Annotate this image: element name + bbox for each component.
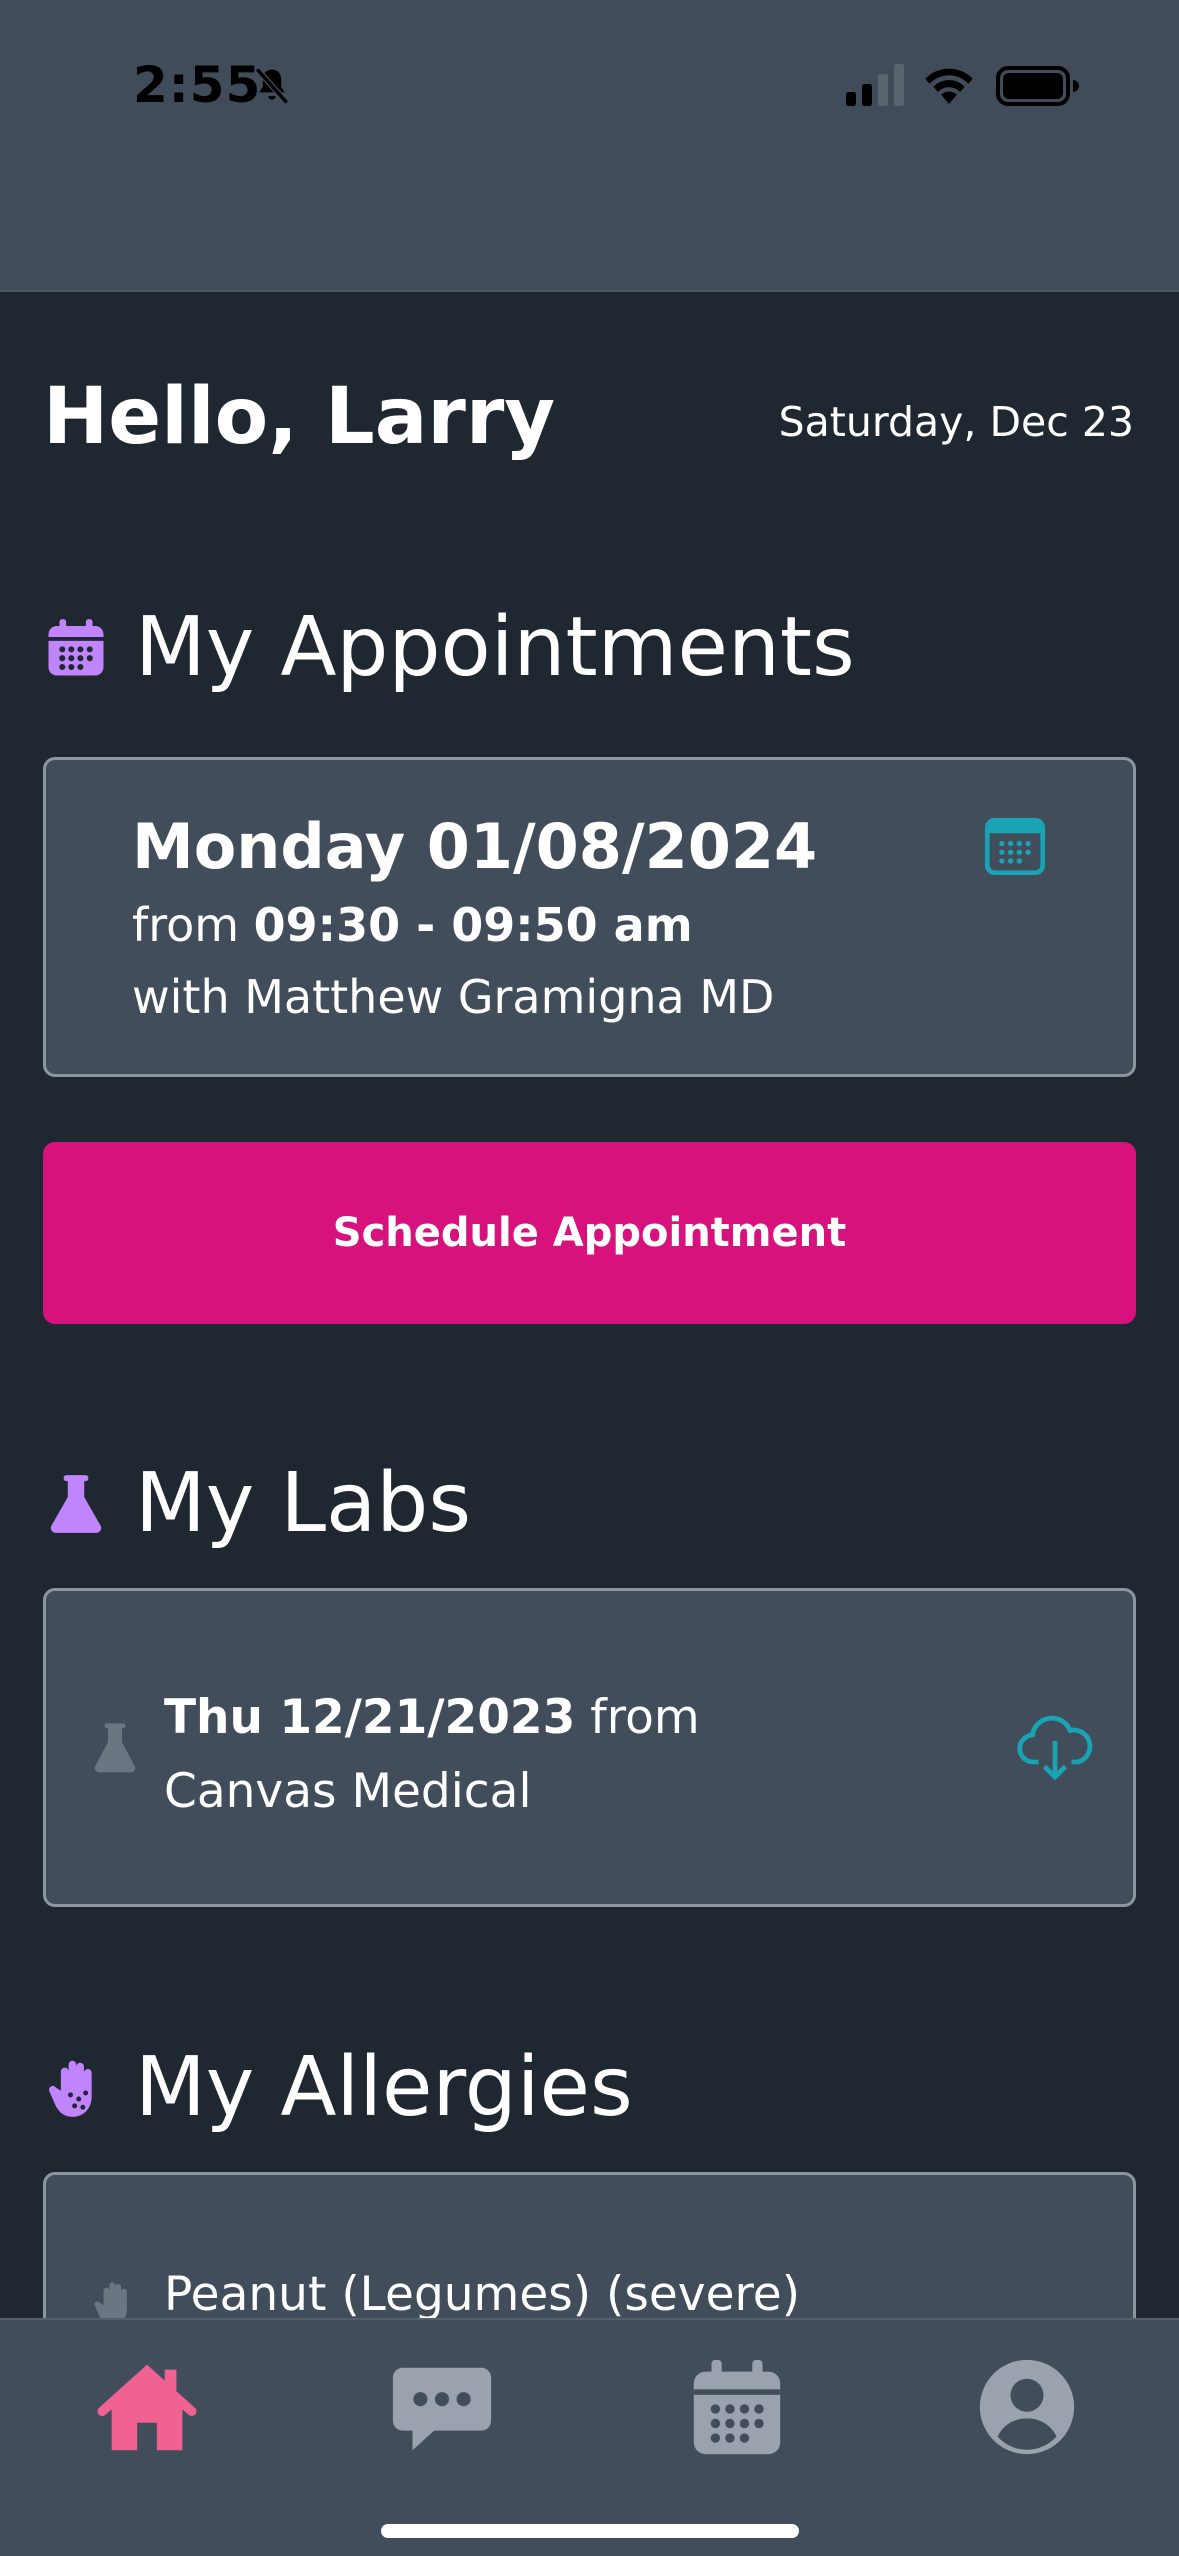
lab-result-date: Thu 12/21/2023 — [164, 1690, 576, 1745]
appointment-card[interactable]: Monday 01/08/2024 from 09:30 - 09:50 am … — [43, 757, 1136, 1077]
greeting-title: Hello, Larry — [43, 372, 556, 462]
cloud-download-icon[interactable] — [1016, 1711, 1094, 1783]
lab-flask-icon — [94, 1723, 136, 1773]
calendar-icon — [48, 618, 104, 675]
cellular-signal-icon — [846, 64, 904, 106]
status-time: 2:55 — [133, 56, 262, 114]
schedule-appointment-button[interactable]: Schedule Appointment — [43, 1142, 1136, 1324]
top-header: 2:55 — [0, 0, 1179, 292]
flask-icon — [50, 1474, 102, 1533]
nav-calendar-icon[interactable] — [682, 2352, 792, 2462]
appointment-time: from 09:30 - 09:50 am — [132, 898, 693, 952]
allergies-title: My Allergies — [135, 2040, 633, 2135]
appointment-time-range: 09:30 - 09:50 am — [253, 898, 693, 952]
nav-messages-icon[interactable] — [387, 2352, 497, 2462]
hand-dots-icon — [49, 2060, 92, 2117]
nav-profile-icon[interactable] — [972, 2352, 1082, 2462]
appointments-section-header: My Appointments — [43, 600, 855, 695]
appointment-time-prefix: from — [132, 898, 254, 952]
labs-section-header: My Labs — [43, 1456, 471, 1551]
add-to-calendar-icon[interactable] — [980, 810, 1050, 880]
current-date: Saturday, Dec 23 — [778, 398, 1134, 446]
appointment-doctor: with Matthew Gramigna MD — [132, 970, 775, 1024]
lab-result-text: Thu 12/21/2023 from Canvas Medical — [164, 1681, 864, 1829]
home-indicator — [381, 2524, 799, 2538]
allergies-section-header: My Allergies — [43, 2040, 633, 2135]
appointments-title: My Appointments — [135, 600, 855, 695]
bottom-navigation — [0, 2318, 1179, 2556]
labs-title: My Labs — [135, 1456, 472, 1551]
allergy-item: Peanut (Legumes) (severe) — [164, 2267, 801, 2322]
appointment-date: Monday 01/08/2024 — [132, 810, 818, 883]
nav-home-icon[interactable] — [92, 2352, 202, 2462]
battery-icon — [996, 66, 1079, 106]
wifi-icon — [925, 68, 973, 104]
lab-result-card[interactable]: Thu 12/21/2023 from Canvas Medical — [43, 1588, 1136, 1907]
bell-muted-icon — [255, 67, 289, 105]
